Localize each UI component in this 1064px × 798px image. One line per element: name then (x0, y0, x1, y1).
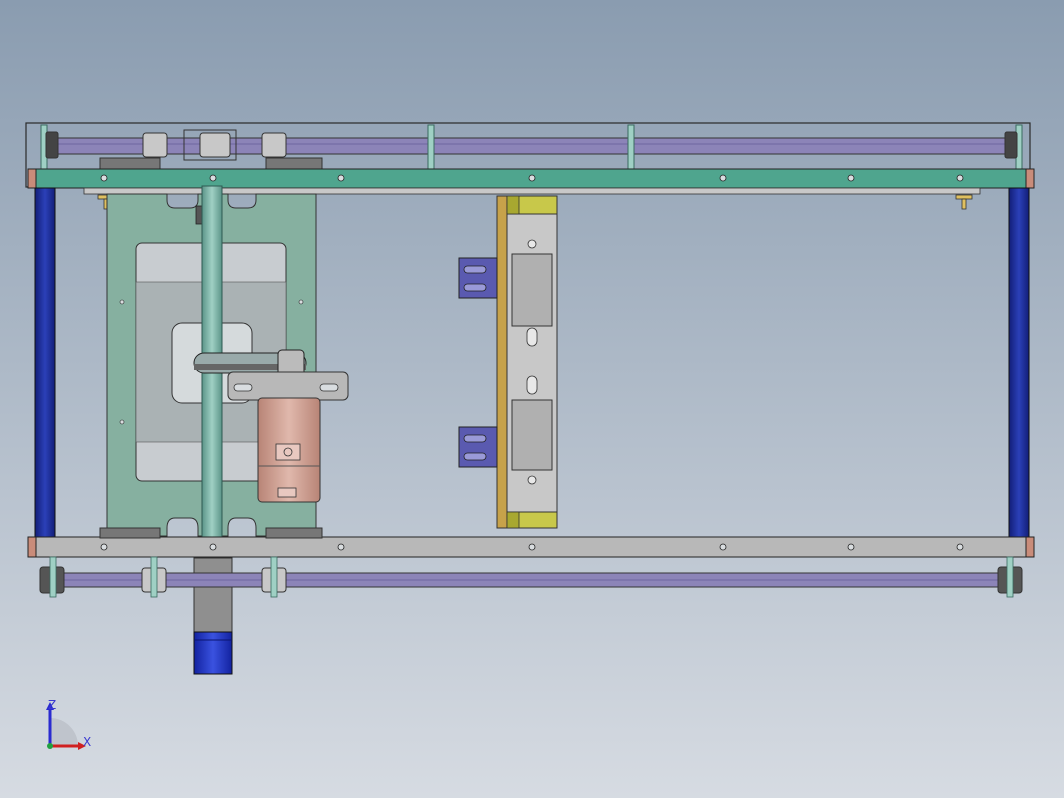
left-blue-post[interactable] (34, 187, 56, 539)
top-belt (49, 137, 1019, 155)
drive-shaft (201, 185, 223, 563)
pulley-icon (199, 132, 231, 158)
pulley-icon (142, 132, 168, 158)
pulley-icon (1004, 131, 1018, 159)
axis-label-x: X (83, 735, 91, 749)
axis-label-z: Z (48, 698, 56, 712)
cad-viewport[interactable] (0, 0, 1064, 798)
rail-strip-tan (496, 195, 508, 529)
gearbox (193, 557, 233, 633)
pulley-icon (261, 132, 287, 158)
gearbox-cap (193, 631, 233, 675)
coordinate-triad-icon[interactable]: Z X (40, 698, 100, 758)
right-blue-post[interactable] (1008, 187, 1030, 539)
pulley-icon (45, 131, 59, 159)
